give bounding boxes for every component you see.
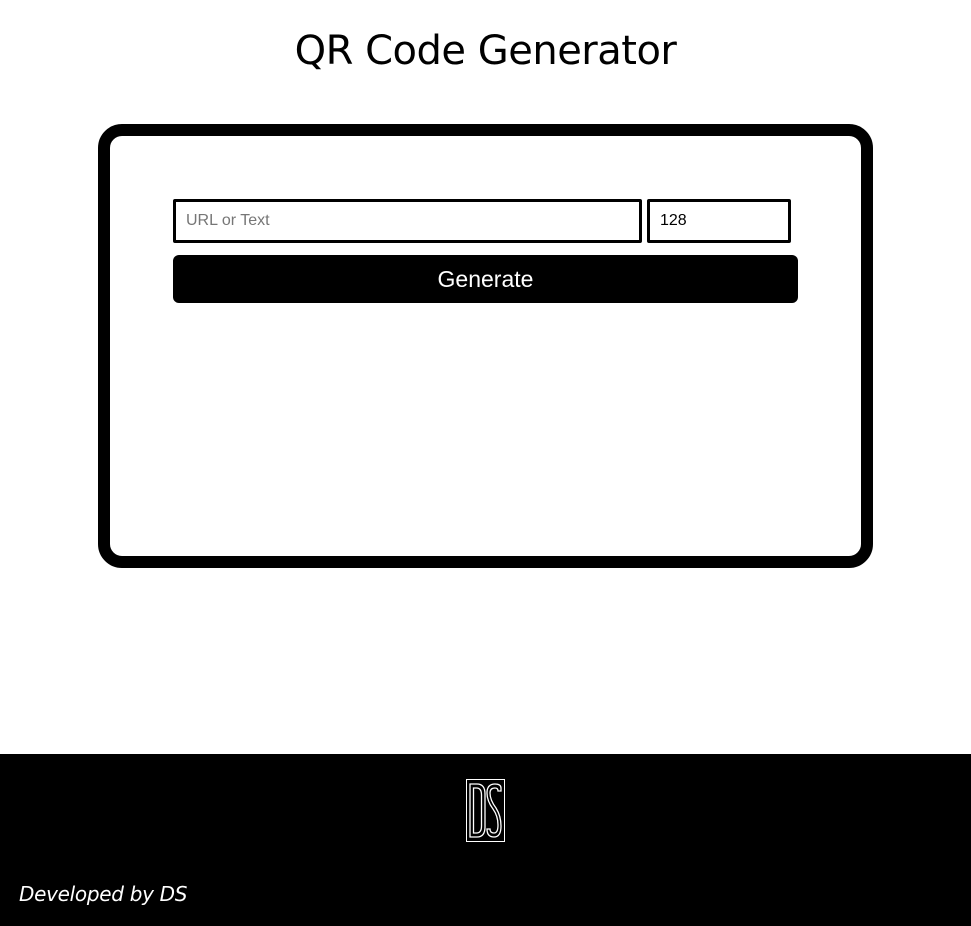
generator-card xyxy=(98,124,873,568)
footer-credit: Developed by DS xyxy=(19,882,188,906)
size-input[interactable] xyxy=(647,199,791,243)
page-title: QR Code Generator xyxy=(294,28,677,74)
page: QR Code Generator Generate Developed by … xyxy=(0,0,971,926)
ds-logo xyxy=(466,779,505,842)
footer: Developed by DS xyxy=(0,754,971,926)
url-text-input[interactable] xyxy=(173,199,642,243)
generate-button[interactable]: Generate xyxy=(173,255,798,303)
